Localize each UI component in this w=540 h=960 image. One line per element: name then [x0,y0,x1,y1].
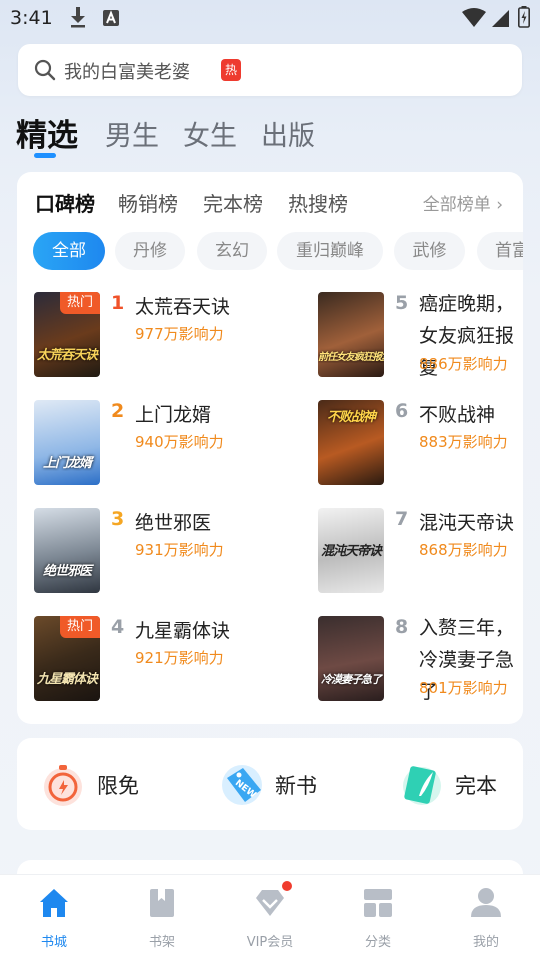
rank-number: 1 [111,292,125,314]
rank-number: 3 [111,508,125,530]
chip-wuxiu[interactable]: 武修 [394,232,465,270]
book-cover: 九星霸体诀 热门 [34,616,100,701]
rank-tab-completed[interactable]: 完本榜 [203,188,263,217]
book-item[interactable]: 冷漠妻子急了 8 入赘三年，冷漠妻子急了 801万影响力 [318,616,523,704]
tab-featured[interactable]: 精选 [16,110,78,155]
ranking-card: 口碑榜 畅销榜 完本榜 热搜榜 全部榜单 › 全部 丹修 玄幻 重归巅峰 武修 … [17,172,523,724]
free-limited-entry[interactable]: 限免 [39,760,159,810]
book-influence: 921万影响力 [135,649,224,667]
nav-category[interactable]: 分类 [338,881,418,951]
vip-diamond-icon [256,890,284,916]
book-influence: 940万影响力 [135,433,224,451]
nav-label: 书城 [40,935,67,950]
rank-number: 6 [395,400,409,422]
chip-xuanhuan[interactable]: 玄幻 [197,232,267,270]
book-title: 绝世邪医 [135,512,212,534]
new-tag-icon: NEW [222,765,262,805]
nav-label: VIP会员 [246,935,294,950]
status-bar: 3:41 [0,0,540,36]
completed-entry[interactable]: 完本 [397,760,517,810]
chip-danxiu[interactable]: 丹修 [115,232,185,270]
book-influence: 977万影响力 [135,325,224,343]
nav-vip[interactable]: VIP会员 [230,881,310,951]
rank-number: 7 [395,508,409,530]
tab-female[interactable]: 女生 [183,114,237,153]
book-cover: 不败战神 [318,400,384,485]
rank-number: 4 [111,616,125,638]
nav-label: 我的 [472,935,499,950]
search-placeholder: 我的白富美老婆 [64,62,190,83]
hot-tag: 热门 [60,616,100,638]
tab-indicator [34,153,56,158]
cellular-signal-icon [492,10,509,27]
book-item[interactable]: 前任女友疯狂报复我 5 癌症晚期，女友疯狂报复 886万影响力 [318,292,523,380]
book-title: 太荒吞天诀 [135,296,231,318]
quick-label: 新书 [275,774,317,798]
rank-tab-bestseller[interactable]: 畅销榜 [118,188,178,217]
home-icon [40,889,68,917]
book-influence: 868万影响力 [419,541,508,559]
book-cover: 上门龙婿 [34,400,100,485]
all-rankings-link[interactable]: 全部榜单 › [423,190,503,215]
hot-badge: 热 [221,59,241,81]
status-time: 3:41 [10,7,53,29]
book-item[interactable]: 绝世邪医 3 绝世邪医 931万影响力 [34,508,274,596]
book-cover: 前任女友疯狂报复我 [318,292,384,377]
hot-tag: 热门 [60,292,100,314]
quick-entry-card: 限免 NEW 新书 完本 [17,738,523,830]
book-item[interactable]: 不败战神 6 不败战神 883万影响力 [318,400,523,488]
tab-publish[interactable]: 出版 [261,114,315,153]
book-item[interactable]: 混沌天帝诀 7 混沌天帝诀 868万影响力 [318,508,523,596]
tab-male[interactable]: 男生 [105,114,159,153]
book-feather-icon [403,766,441,805]
rank-tab-hot-search[interactable]: 热搜榜 [288,188,348,217]
nav-bookstore[interactable]: 书城 [14,881,94,951]
book-cover: 混沌天帝诀 [318,508,384,593]
new-book-entry[interactable]: NEW 新书 [217,760,337,810]
nav-label: 分类 [364,935,391,950]
search-bar[interactable]: 我的白富美老婆 热 [18,44,522,96]
chip-return-peak[interactable]: 重归巅峰 [277,232,383,270]
book-influence: 886万影响力 [419,355,508,373]
book-cover: 冷漠妻子急了 [318,616,384,701]
book-item[interactable]: 上门龙婿 2 上门龙婿 940万影响力 [34,400,274,488]
quick-label: 限免 [97,774,139,798]
search-icon [34,59,56,81]
book-title: 混沌天帝诀 [419,512,515,534]
book-item[interactable]: 太荒吞天诀 热门 1 太荒吞天诀 977万影响力 [34,292,274,380]
rank-number: 2 [111,400,125,422]
book-cover: 太荒吞天诀 热门 [34,292,100,377]
book-cover: 绝世邪医 [34,508,100,593]
user-icon [471,888,501,917]
wifi-icon [462,8,486,27]
chip-all[interactable]: 全部 [33,232,105,270]
rank-tab-reputation[interactable]: 口碑榜 [35,188,95,217]
book-title: 九星霸体诀 [135,620,231,642]
nav-bookshelf[interactable]: 书架 [122,881,202,951]
font-a-icon [103,10,119,26]
download-icon [71,7,85,28]
battery-icon [518,6,530,28]
stopwatch-icon [44,765,82,806]
bookshelf-icon [150,889,174,917]
bottom-nav: 书城 书架 VIP会员 分类 我的 [0,874,540,960]
nav-profile[interactable]: 我的 [446,881,526,951]
book-item[interactable]: 九星霸体诀 热门 4 九星霸体诀 921万影响力 [34,616,274,704]
rank-number: 5 [395,292,409,314]
book-influence: 931万影响力 [135,541,224,559]
chip-richest[interactable]: 首富 [477,232,523,270]
book-influence: 801万影响力 [419,679,508,697]
category-grid-icon [364,889,392,917]
book-title: 不败战神 [419,404,496,426]
notification-dot [282,881,292,891]
rank-number: 8 [395,616,409,638]
book-influence: 883万影响力 [419,433,508,451]
book-title: 上门龙婿 [135,404,212,426]
nav-label: 书架 [148,935,175,950]
genre-chips: 全部 丹修 玄幻 重归巅峰 武修 首富 [33,232,523,270]
quick-label: 完本 [455,774,497,798]
